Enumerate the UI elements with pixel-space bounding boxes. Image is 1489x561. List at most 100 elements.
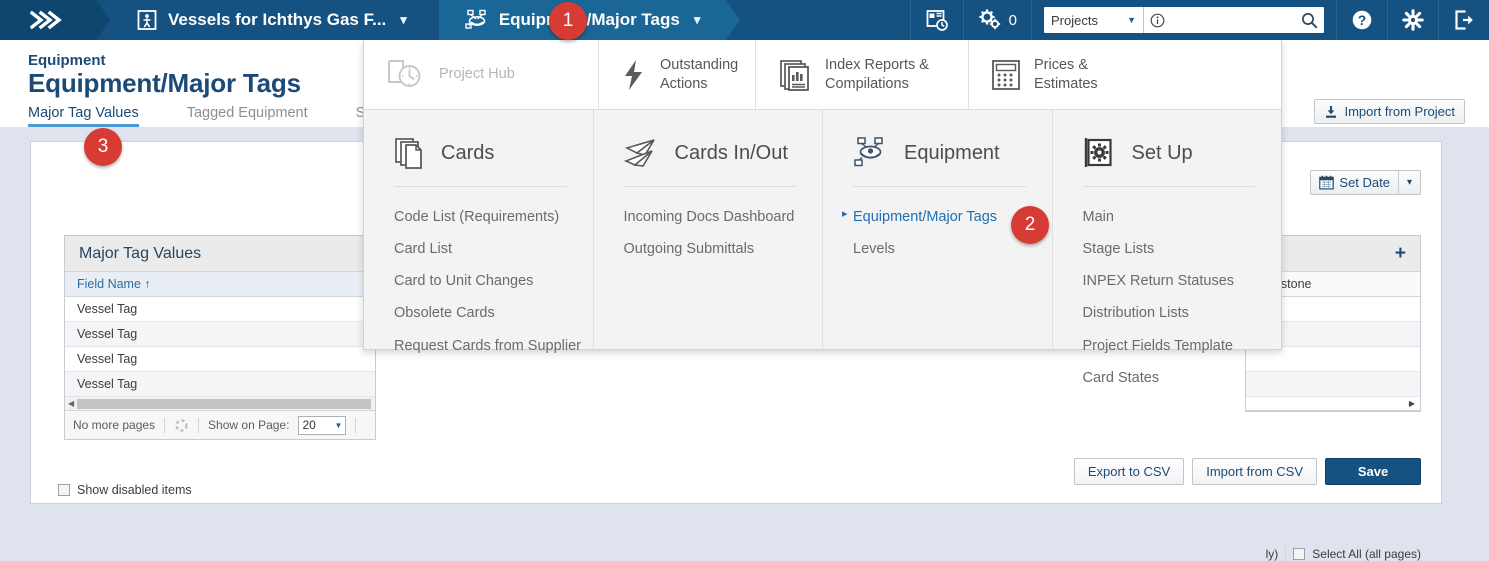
table-row[interactable]: Vessel Tag: [65, 322, 375, 347]
menu-link-code-list[interactable]: Code List (Requirements): [394, 201, 593, 233]
set-date-dropdown-toggle[interactable]: ▾: [1398, 171, 1420, 194]
search-icon[interactable]: [1301, 12, 1318, 29]
breadcrumb-module-label: Equipment/Major Tags: [498, 10, 680, 29]
module-mega-menu: Project Hub Outstanding Actions Index Re…: [363, 40, 1282, 386]
menu-item-prices-estimates-label: Prices & Estimates: [1034, 56, 1098, 92]
divider: [1082, 186, 1255, 187]
grid-footer: No more pages Show on Page: 20 ▼: [65, 411, 375, 439]
save-button[interactable]: Save: [1325, 458, 1421, 485]
page-title: Equipment/Major Tags: [28, 68, 301, 98]
project-scope-select[interactable]: Projects ▼: [1044, 7, 1144, 33]
table-row[interactable]: Vessel Tag: [65, 297, 375, 322]
project-scope-value: Projects: [1051, 12, 1098, 28]
grid-title: Major Tag Values: [65, 236, 375, 272]
divider: [164, 417, 166, 433]
page-eyebrow: Equipment: [28, 52, 106, 69]
select-all-row: ly) Select All (all pages): [1266, 546, 1421, 561]
search-text-input[interactable]: [1171, 11, 1301, 29]
breadcrumb-project-label: Vessels for Ichthys Gas F...: [168, 10, 387, 29]
show-on-page-select[interactable]: 20 ▼: [298, 415, 347, 435]
svg-text:?: ?: [1358, 12, 1367, 28]
menu-link-card-list[interactable]: Card List: [394, 233, 593, 265]
import-from-csv-button[interactable]: Import from CSV: [1192, 458, 1317, 485]
menu-item-outstanding-actions[interactable]: Outstanding Actions: [599, 40, 756, 109]
menu-link-project-fields-template[interactable]: Project Fields Template: [1083, 330, 1282, 362]
tab-major-tag-values[interactable]: Major Tag Values: [28, 105, 139, 127]
menu-item-index-reports-label: Index Reports & Compilations: [825, 56, 929, 92]
menu-link-incoming-docs-dashboard[interactable]: Incoming Docs Dashboard: [624, 201, 823, 233]
menu-link-outgoing-submittals[interactable]: Outgoing Submittals: [624, 233, 823, 265]
tab-tagged-equipment[interactable]: Tagged Equipment: [187, 105, 308, 127]
gears-notifications-button[interactable]: 0: [962, 0, 1031, 40]
info-icon[interactable]: [1150, 13, 1165, 28]
menu-item-project-hub[interactable]: Project Hub: [364, 40, 599, 109]
equipment-icon: [853, 136, 889, 170]
panel-action-buttons: Export to CSV Import from CSV Save: [1073, 458, 1421, 485]
menu-link-request-cards-from-supplier[interactable]: Request Cards from Supplier: [394, 330, 593, 362]
import-from-project-button[interactable]: Import from Project: [1314, 99, 1465, 124]
logout-button[interactable]: [1438, 0, 1489, 40]
show-disabled-items-checkbox[interactable]: [58, 484, 70, 496]
search-input[interactable]: [1144, 7, 1324, 33]
select-all-checkbox[interactable]: [1293, 547, 1306, 560]
scroll-right-icon[interactable]: ▶: [1404, 399, 1420, 408]
menu-link-card-to-unit-changes[interactable]: Card to Unit Changes: [394, 265, 593, 297]
chevron-down-icon[interactable]: ▾: [400, 12, 407, 28]
divider: [394, 186, 567, 187]
project-hub-icon: [386, 58, 426, 92]
chevron-down-icon[interactable]: ▾: [694, 12, 701, 28]
horizontal-scrollbar[interactable]: ▶: [1246, 397, 1420, 411]
calendar-clock-icon: [925, 8, 949, 32]
breadcrumb-project[interactable]: Vessels for Ichthys Gas F... ▾: [110, 0, 425, 40]
table-row[interactable]: Vessel Tag: [65, 347, 375, 372]
export-to-csv-button[interactable]: Export to CSV: [1073, 458, 1185, 485]
chevrons-right-icon: [30, 10, 64, 30]
settings-button[interactable]: [1387, 0, 1438, 40]
select-all-label: Select All (all pages): [1312, 546, 1421, 561]
menu-link-obsolete-cards[interactable]: Obsolete Cards: [394, 297, 593, 329]
calendar-icon: [1319, 175, 1335, 190]
gears-count: 0: [1008, 11, 1017, 29]
column-header: Cards In/Out: [623, 130, 823, 176]
chevron-down-icon[interactable]: ▼: [1127, 15, 1136, 25]
import-from-project-label: Import from Project: [1344, 104, 1455, 119]
chevron-down-icon[interactable]: ▼: [335, 421, 343, 430]
menu-item-outstanding-actions-label: Outstanding Actions: [660, 56, 738, 92]
refresh-icon[interactable]: [174, 418, 189, 433]
pagination-status: No more pages: [73, 418, 156, 432]
table-row[interactable]: Vessel Tag: [65, 372, 375, 397]
set-date-button[interactable]: Set Date ▾: [1310, 170, 1421, 195]
panel-toolbar: Set Date ▾: [1310, 170, 1421, 195]
menu-item-prices-estimates[interactable]: Prices & Estimates: [969, 40, 1120, 109]
menu-link-stage-lists[interactable]: Stage Lists: [1083, 233, 1282, 265]
menu-item-project-hub-label: Project Hub: [439, 66, 515, 83]
divider: [1285, 546, 1287, 561]
menu-item-index-reports[interactable]: Index Reports & Compilations: [756, 40, 969, 109]
scrollbar-thumb[interactable]: [77, 398, 371, 409]
help-icon: ?: [1351, 9, 1373, 31]
home-breadcrumb-button[interactable]: [0, 0, 96, 40]
label-line-1: Outstanding: [660, 57, 739, 74]
menu-link-main[interactable]: Main: [1083, 201, 1282, 233]
scroll-left-icon[interactable]: ◀: [65, 399, 77, 408]
show-on-page-label: Show on Page:: [208, 418, 290, 432]
calendar-clock-button[interactable]: [909, 0, 963, 40]
help-button[interactable]: ?: [1336, 0, 1387, 40]
column-title: Cards In/Out: [674, 141, 788, 164]
menu-link-card-states[interactable]: Card States: [1083, 362, 1282, 394]
lightning-icon: [621, 58, 647, 92]
menu-link-distribution-lists[interactable]: Distribution Lists: [1083, 297, 1282, 329]
show-disabled-items-row[interactable]: Show disabled items: [58, 483, 192, 497]
menu-link-inpex-return-statuses[interactable]: INPEX Return Statuses: [1083, 265, 1282, 297]
breadcrumb-divider-1: [96, 0, 110, 40]
search-box[interactable]: Projects ▼: [1044, 7, 1324, 33]
callout-badge-3: 3: [84, 128, 122, 166]
column-header-field-name[interactable]: Field Name ↑: [65, 272, 375, 297]
partial-label-behind-menu: ly): [1265, 546, 1279, 561]
search-area: Projects ▼: [1031, 0, 1336, 40]
column-title: Equipment: [904, 141, 1000, 164]
callout-badge-2: 2: [1011, 206, 1049, 244]
cards-icon: [394, 136, 426, 170]
mega-menu-columns: Cards Code List (Requirements) Card List…: [364, 110, 1282, 386]
horizontal-scrollbar[interactable]: ◀: [65, 397, 375, 411]
